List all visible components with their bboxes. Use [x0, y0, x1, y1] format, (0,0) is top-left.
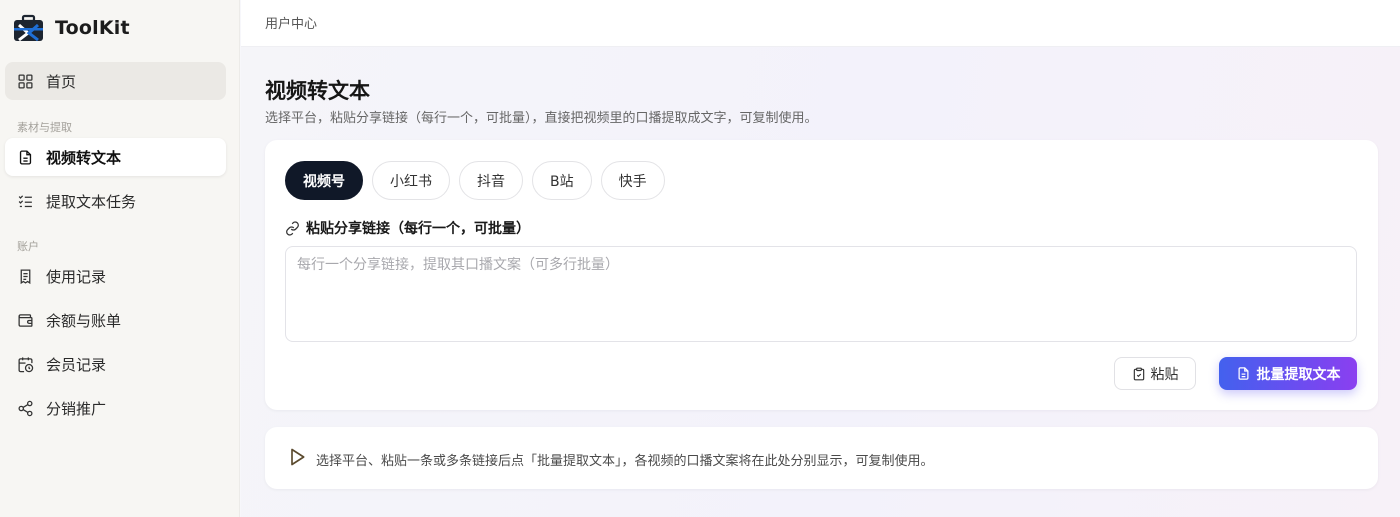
link-input-label-text: 粘贴分享链接（每行一个，可批量） [306, 221, 530, 237]
tab-bilibili[interactable]: B站 [532, 161, 592, 200]
sidebar-item-membership-records[interactable]: 会员记录 [5, 345, 226, 383]
sidebar-item-home[interactable]: 首页 [5, 62, 226, 100]
receipt-icon [20, 268, 31, 284]
sidebar: ToolKit 首页 素材与提取 视频转文本 提取文本任务 账户 使用记录 余额… [0, 0, 240, 517]
sidebar-item-label: 会员记录 [46, 355, 107, 374]
share-link-input[interactable] [285, 246, 1357, 342]
sidebar-section-account: 账户 [17, 240, 39, 253]
extract-card: 视频号 小红书 抖音 B站 快手 粘贴分享链接（每行一个，可批量） 粘贴 [265, 140, 1378, 410]
tab-kuaishou[interactable]: 快手 [600, 161, 665, 200]
brand-name: ToolKit [55, 17, 130, 39]
batch-extract-button-label: 批量提取文本 [1256, 366, 1341, 383]
page-title: 视频转文本 [265, 79, 370, 103]
share-icon [18, 400, 33, 416]
sidebar-item-label: 使用记录 [46, 267, 107, 286]
tab-douyin[interactable]: 抖音 [459, 161, 523, 200]
tab-xiaohongshu[interactable]: 小红书 [372, 161, 450, 200]
play-icon [291, 448, 305, 466]
sidebar-item-label: 首页 [46, 72, 77, 91]
tab-shipinhao[interactable]: 视频号 [285, 161, 363, 200]
sidebar-item-label: 分销推广 [46, 399, 107, 418]
sidebar-item-label: 余额与账单 [46, 311, 122, 330]
link-input-label: 粘贴分享链接（每行一个，可批量） [285, 218, 530, 238]
grid-icon [18, 73, 33, 89]
sidebar-item-video-to-text[interactable]: 视频转文本 [5, 138, 226, 176]
breadcrumb[interactable]: 用户中心 [265, 13, 317, 32]
main-content: 用户中心 视频转文本 选择平台，粘贴分享链接（每行一个，可批量），直接把视频里的… [241, 0, 1400, 517]
sidebar-section-material: 素材与提取 [17, 121, 72, 134]
result-hint-text: 选择平台、粘贴一条或多条链接后点「批量提取文本」，各视频的口播文案将在此处分别显… [316, 454, 934, 469]
sidebar-item-affiliate[interactable]: 分销推广 [5, 389, 226, 427]
batch-extract-button[interactable]: 批量提取文本 [1219, 357, 1357, 390]
brand[interactable]: ToolKit [12, 12, 130, 44]
sidebar-item-balance-billing[interactable]: 余额与账单 [5, 301, 226, 339]
sidebar-item-usage-records[interactable]: 使用记录 [5, 257, 226, 295]
checklist-icon [18, 194, 32, 207]
sidebar-item-label: 提取文本任务 [46, 192, 137, 211]
result-hint-card: 选择平台、粘贴一条或多条链接后点「批量提取文本」，各视频的口播文案将在此处分别显… [265, 427, 1378, 489]
link-icon [286, 220, 299, 236]
platform-tabs: 视频号 小红书 抖音 B站 快手 [285, 161, 665, 200]
paste-button-label: 粘贴 [1150, 366, 1179, 383]
document-icon [19, 149, 32, 165]
document-icon [1238, 367, 1248, 380]
paste-button[interactable]: 粘贴 [1114, 357, 1196, 390]
page-subtitle: 选择平台，粘贴分享链接（每行一个，可批量），直接把视频里的口播提取成文字，可复制… [265, 111, 818, 126]
sidebar-item-extract-tasks[interactable]: 提取文本任务 [5, 182, 226, 220]
sidebar-item-label: 视频转文本 [46, 148, 122, 167]
toolkit-logo-icon [14, 14, 43, 42]
calendar-clock-icon [18, 356, 34, 372]
clipboard-icon [1133, 367, 1144, 380]
topbar: 用户中心 [241, 0, 1400, 47]
wallet-icon [18, 313, 33, 327]
